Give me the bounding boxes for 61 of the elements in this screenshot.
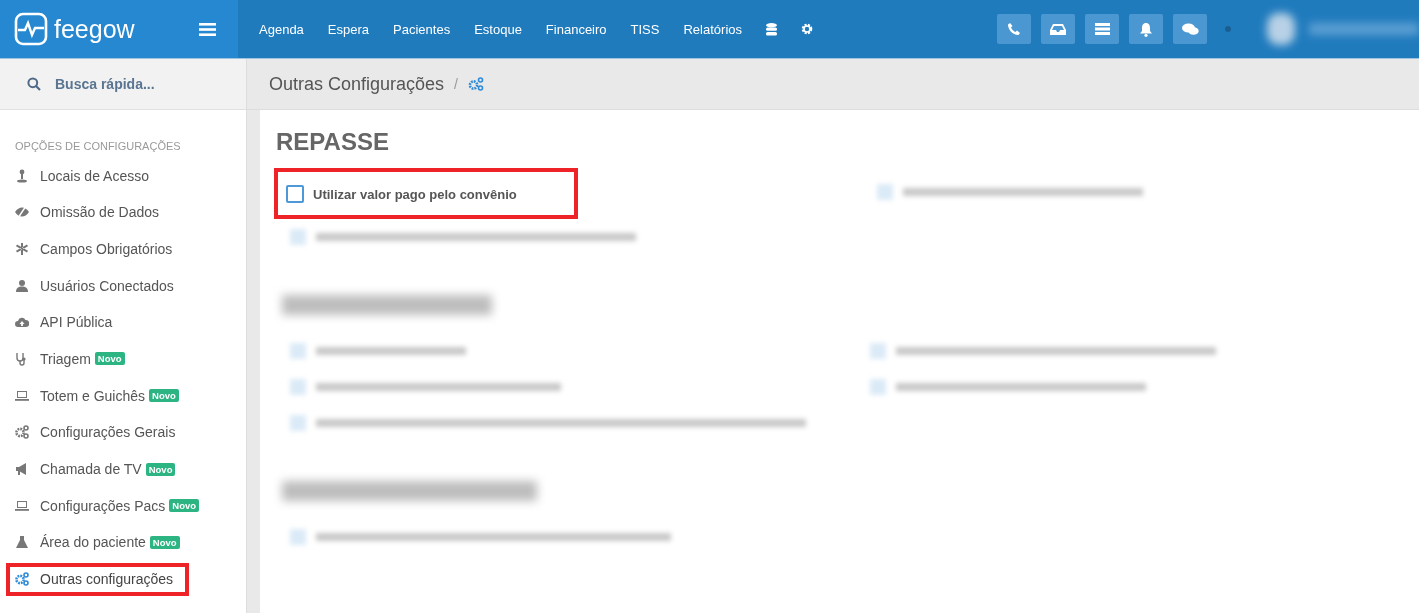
gears-icon <box>15 425 29 440</box>
database-icon[interactable] <box>766 22 777 36</box>
menu-icon[interactable] <box>199 22 217 36</box>
sidebar-item[interactable]: Omissão de Dados <box>6 195 189 229</box>
user-icon <box>15 278 29 293</box>
nav-link[interactable]: Agenda <box>247 21 316 37</box>
checkbox[interactable] <box>286 185 304 203</box>
flask-icon <box>15 535 29 550</box>
new-badge: Novo <box>149 535 180 549</box>
inbox-button[interactable] <box>1041 14 1075 44</box>
list-button[interactable] <box>1085 14 1119 44</box>
nav-link[interactable]: Estoque <box>462 21 534 37</box>
megaphone-icon <box>15 462 29 476</box>
section-title: REPASSE <box>276 128 390 156</box>
status-dot <box>1225 26 1231 32</box>
phone-button[interactable] <box>997 14 1031 44</box>
search-icon <box>27 77 41 91</box>
sidebar-item[interactable]: API Pública <box>6 305 189 339</box>
sidebar-item[interactable]: Configurações Pacs Novo <box>6 489 214 523</box>
sidebar-item[interactable]: Usuários Conectados <box>6 269 189 303</box>
gears-icon <box>15 572 29 587</box>
chat-icon <box>1181 22 1199 36</box>
nav-link[interactable]: Pacientes <box>381 21 463 37</box>
nav-link[interactable]: Relatórios <box>671 21 754 37</box>
sidebar-item[interactable]: Outras configurações <box>6 562 189 596</box>
new-badge: Novo <box>149 389 179 403</box>
brand-name: feegow <box>54 14 135 44</box>
list-icon <box>1094 23 1110 35</box>
settings-icon[interactable] <box>801 23 813 35</box>
sidebar-item[interactable]: Locais de Acesso <box>6 159 189 192</box>
asterisk-icon <box>15 241 29 256</box>
sidebar-item[interactable]: Área do paciente Novo <box>6 525 194 559</box>
gears-icon <box>468 77 484 91</box>
user-avatar[interactable] <box>1267 13 1419 45</box>
pin-icon <box>15 168 29 183</box>
checkbox-option[interactable]: Utilizar valor pago pelo convênio <box>274 168 578 219</box>
sidebar-item[interactable]: Totem e Guichês Novo <box>6 379 193 413</box>
logo-icon <box>14 12 48 46</box>
bell-button[interactable] <box>1129 14 1163 44</box>
inbox-icon <box>1050 22 1066 36</box>
search-field[interactable]: Busca rápida... <box>53 75 227 93</box>
phone-icon <box>1007 22 1021 36</box>
sidebar-item[interactable]: Campos Obrigatórios <box>6 232 189 266</box>
nav-link[interactable]: Espera <box>315 21 382 37</box>
laptop-icon <box>15 388 29 403</box>
sidebar-item[interactable]: Triagem Novo <box>6 342 189 376</box>
laptop-icon <box>15 498 29 513</box>
sidebar-heading: OPÇÕES DE CONFIGURAÇÕES <box>14 140 182 152</box>
new-badge: Novo <box>145 462 176 476</box>
nav-link[interactable]: Financeiro <box>533 21 619 37</box>
page-title: Outras Configurações <box>269 73 445 95</box>
sidebar-item[interactable]: Chamada de TV Novo <box>6 452 190 486</box>
nav-link[interactable]: TISS <box>618 21 672 37</box>
chat-button[interactable] <box>1173 14 1207 44</box>
cloud-icon <box>15 315 29 330</box>
breadcrumb-separator: / <box>454 76 458 92</box>
eye-icon <box>15 205 29 220</box>
sidebar-item[interactable]: Configurações Gerais <box>6 415 189 449</box>
new-badge: Novo <box>94 352 125 366</box>
bell-icon <box>1139 21 1153 37</box>
new-badge: Novo <box>169 499 200 513</box>
